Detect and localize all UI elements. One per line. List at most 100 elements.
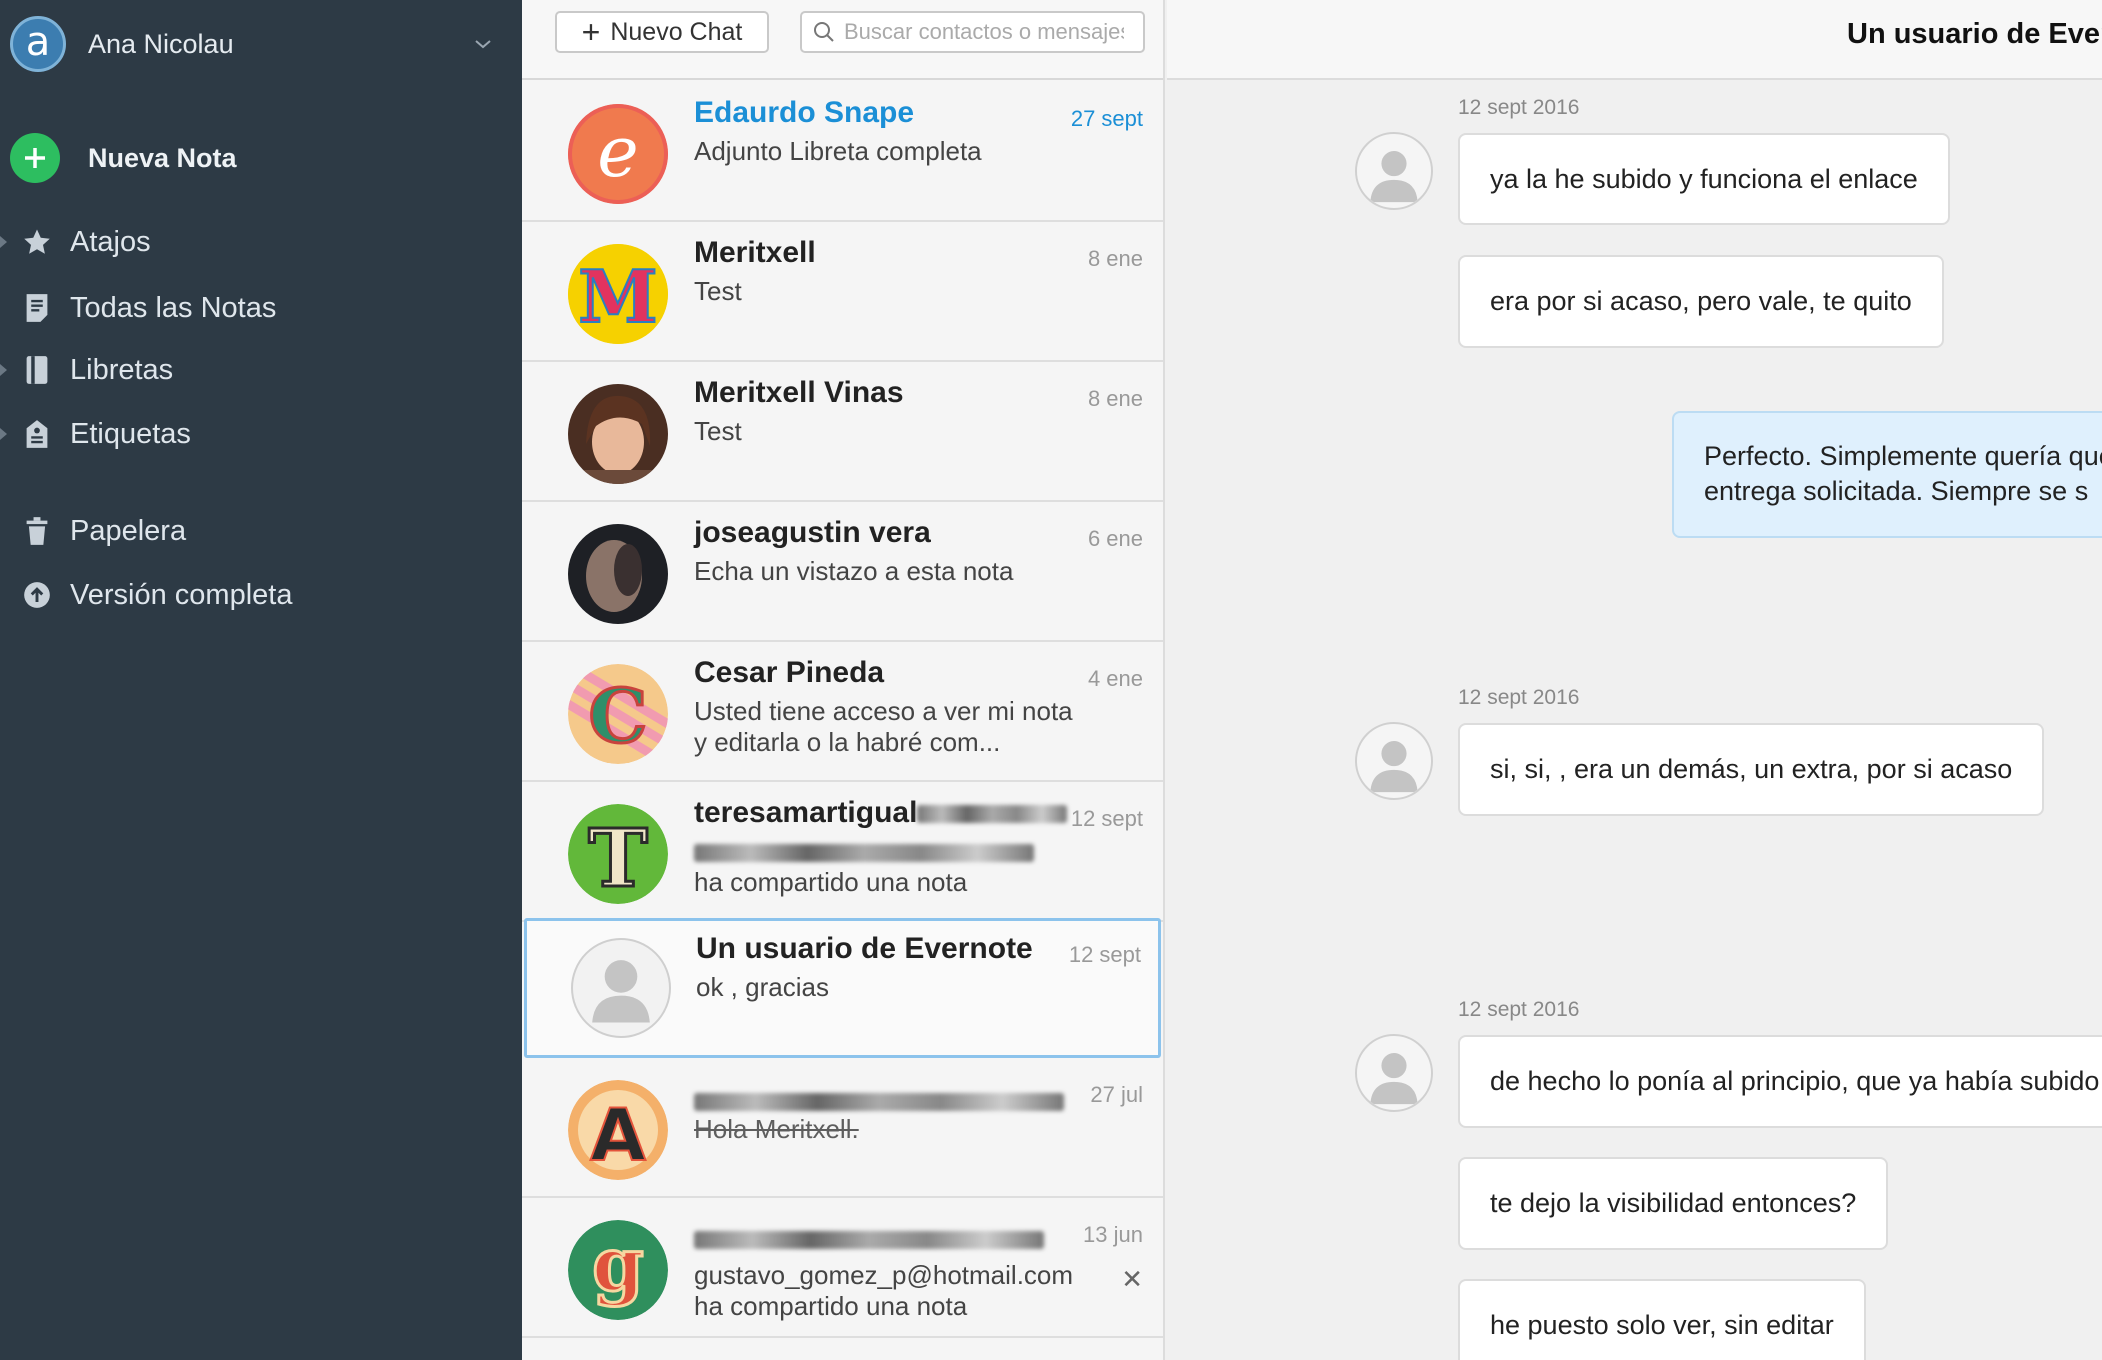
star-icon xyxy=(22,227,52,257)
chevron-down-icon[interactable] xyxy=(470,31,496,57)
avatar-letter: C xyxy=(589,674,648,760)
date-stamp: 12 sept 2016 xyxy=(1458,686,1580,709)
evernote-account-logo: a xyxy=(10,16,66,72)
own-message-bubble: Perfecto. Simplemente quería que entrega… xyxy=(1672,411,2102,538)
chat-name: Meritxell Vinas xyxy=(694,376,904,409)
chat-name: Un usuario de Evernote xyxy=(696,932,1033,965)
chat-date: 12 sept xyxy=(1070,806,1143,831)
message-bubble: era por si acaso, pero vale, te quito xyxy=(1458,255,1944,348)
redacted-text xyxy=(694,844,1034,863)
sidebar-item-all-notes[interactable]: Todas las Notas xyxy=(0,280,522,336)
sidebar-item-tags[interactable]: Etiquetas xyxy=(0,406,522,462)
avatar: T xyxy=(568,804,668,904)
sidebar-item-shortcuts[interactable]: Atajos xyxy=(0,214,522,270)
chat-list-panel: + Nuevo Chat e Edaurdo Snape 27 sept Adj… xyxy=(522,0,1165,1360)
avatar: C xyxy=(568,664,668,764)
expand-caret-icon[interactable] xyxy=(0,364,7,376)
sidebar-item-label: Versión completa xyxy=(70,578,293,611)
avatar: M xyxy=(568,244,668,344)
chat-list-toolbar: + Nuevo Chat xyxy=(522,0,1163,80)
search-field[interactable] xyxy=(800,11,1145,53)
sidebar-item-label: Todas las Notas xyxy=(70,291,277,324)
avatar: A xyxy=(568,1080,668,1180)
sidebar-item-label: Papelera xyxy=(70,514,187,547)
chat-name xyxy=(694,1084,1064,1118)
account-switcher[interactable]: a Ana Nicolau xyxy=(10,14,510,74)
chat-date: 8 ene xyxy=(1087,386,1143,411)
default-avatar-icon xyxy=(571,938,671,1038)
chat-preview-text: ha compartido una nota xyxy=(694,867,968,897)
avatar: e xyxy=(568,104,668,204)
avatar xyxy=(568,524,668,624)
new-chat-button[interactable]: + Nuevo Chat xyxy=(555,11,769,53)
chat-date: 27 jul xyxy=(1090,1082,1143,1107)
default-avatar-icon xyxy=(1355,132,1433,210)
chat-list-item[interactable]: T teresamartigual 12 sept ha compartido … xyxy=(522,782,1163,922)
chat-date: 12 sept xyxy=(1068,942,1141,967)
plus-icon: + xyxy=(581,14,601,50)
sidebar-item-label: Etiquetas xyxy=(70,417,191,450)
avatar: g xyxy=(568,1220,668,1320)
chat-name: Meritxell xyxy=(694,236,816,269)
notebook-icon xyxy=(22,355,52,385)
redacted-text xyxy=(917,805,1068,824)
redacted-text xyxy=(694,1231,1044,1250)
message-bubble: de hecho lo ponía al principio, que ya h… xyxy=(1458,1035,2102,1128)
message-bubble: he puesto solo ver, sin editar xyxy=(1458,1279,1866,1360)
chat-list-item-selected[interactable]: Un usuario de Evernote 12 sept ok , grac… xyxy=(524,918,1161,1058)
close-icon[interactable]: ✕ xyxy=(1121,1264,1143,1295)
chat-name: teresamartigual xyxy=(694,796,1068,830)
avatar xyxy=(568,384,668,484)
search-input[interactable] xyxy=(844,19,1124,45)
chat-preview: Test xyxy=(694,416,742,446)
search-icon xyxy=(814,22,834,42)
chat-list-item[interactable]: joseagustin vera 6 ene Echa un vistazo a… xyxy=(522,502,1163,642)
conversation-title: Un usuario de Evernote xyxy=(1847,18,2102,50)
default-avatar-icon xyxy=(1355,722,1433,800)
message-line: entrega solicitada. Siempre se s xyxy=(1704,476,2089,506)
chat-list-item[interactable]: M Meritxell 8 ene Test xyxy=(522,222,1163,362)
upgrade-icon xyxy=(22,580,52,610)
redacted-text xyxy=(694,1093,1064,1112)
sidebar-item-label: Atajos xyxy=(70,225,151,258)
sidebar-item-label: Libretas xyxy=(70,353,174,386)
avatar-letter: A xyxy=(590,1093,646,1177)
chat-date: 4 ene xyxy=(1087,666,1143,691)
expand-caret-icon[interactable] xyxy=(0,428,7,440)
new-note-button[interactable]: Nueva Nota xyxy=(10,132,237,184)
chat-preview: Echa un vistazo a esta nota xyxy=(694,556,1014,586)
conversation-panel: Un usuario de Evernote 12 sept 2016 ya l… xyxy=(1167,0,2102,1360)
chat-date: 8 ene xyxy=(1087,246,1143,271)
chat-preview: Adjunto Libreta completa xyxy=(694,136,982,166)
avatar-letter: g xyxy=(592,1222,644,1308)
message-bubble: ya la he subido y funciona el enlace xyxy=(1458,133,1950,225)
chat-list-item[interactable]: Meritxell Vinas 8 ene Test xyxy=(522,362,1163,502)
chat-list-item[interactable]: g 13 jun gustavo_gomez_p@hotmail.com ha … xyxy=(522,1198,1163,1338)
account-name: Ana Nicolau xyxy=(88,28,234,59)
sidebar-item-notebooks[interactable]: Libretas xyxy=(0,342,522,398)
sidebar: a Ana Nicolau Nueva Nota Atajos Todas la… xyxy=(0,0,522,1360)
chat-preview: gustavo_gomez_p@hotmail.com ha compartid… xyxy=(694,1260,1074,1321)
new-chat-label: Nuevo Chat xyxy=(610,17,743,46)
avatar-letter: T xyxy=(588,811,648,904)
account-logo-letter: a xyxy=(25,19,51,65)
message-bubble: si, si, , era un demás, un extra, por si… xyxy=(1458,723,2045,816)
new-note-label: Nueva Nota xyxy=(88,142,237,173)
trash-icon xyxy=(22,516,52,546)
chat-name: Edaurdo Snape xyxy=(694,96,915,129)
expand-caret-icon[interactable] xyxy=(0,236,7,248)
avatar-letter: e xyxy=(597,111,638,193)
chat-preview: Usted tiene acceso a ver mi nota y edita… xyxy=(694,696,1073,757)
sidebar-item-trash[interactable]: Papelera xyxy=(0,503,522,559)
chat-date: 27 sept xyxy=(1070,106,1143,131)
chat-list-item[interactable]: A 27 jul Hola Meritxell. xyxy=(522,1058,1163,1198)
chat-list-item[interactable]: C Cesar Pineda 4 ene Usted tiene acceso … xyxy=(522,642,1163,782)
message-bubble: te dejo la visibilidad entonces? xyxy=(1458,1157,1889,1250)
chat-list-item[interactable]: e Edaurdo Snape 27 sept Adjunto Libreta … xyxy=(522,82,1163,222)
chat-name: joseagustin vera xyxy=(694,516,931,549)
chat-name: Cesar Pineda xyxy=(694,656,885,689)
avatar-letter: M xyxy=(578,254,658,339)
sidebar-item-upgrade[interactable]: Versión completa xyxy=(0,567,522,623)
chat-date: 13 jun xyxy=(1083,1222,1143,1247)
plus-icon xyxy=(10,133,60,183)
